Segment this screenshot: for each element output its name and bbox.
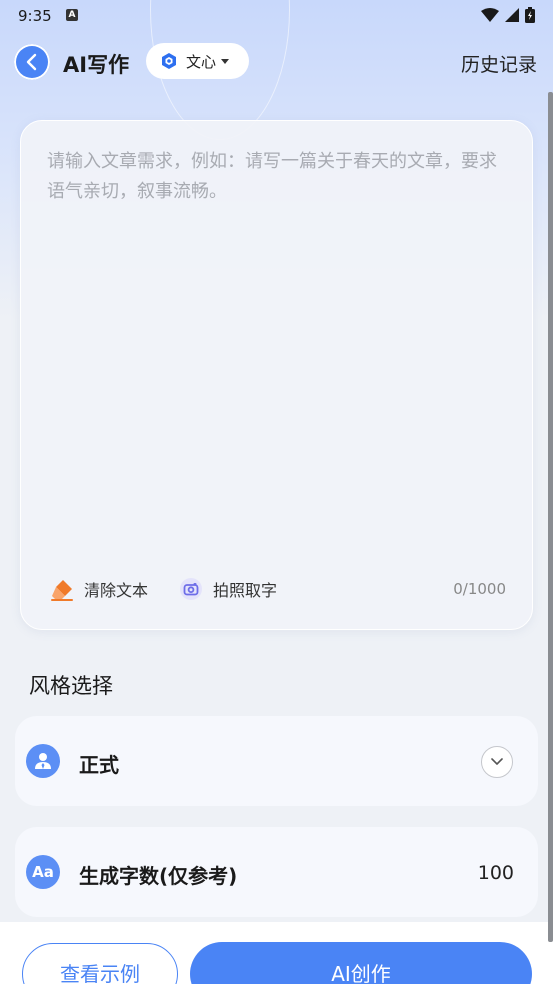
chevron-left-icon bbox=[26, 53, 37, 71]
status-time: 9:35 bbox=[18, 7, 52, 25]
history-link[interactable]: 历史记录 bbox=[461, 50, 537, 77]
style-section-title: 风格选择 bbox=[29, 674, 113, 698]
notification-icon: A bbox=[66, 9, 78, 21]
eraser-icon bbox=[51, 580, 73, 601]
photo-ocr-button[interactable]: 拍照取字 bbox=[179, 577, 277, 601]
wenxin-logo-icon bbox=[162, 53, 176, 69]
clear-text-label: 清除文本 bbox=[84, 581, 149, 600]
chevron-down-icon bbox=[491, 758, 503, 765]
requirement-input-card: 清除文本 拍照取字 0/1000 bbox=[20, 120, 533, 630]
clear-text-button[interactable]: 清除文本 bbox=[50, 577, 148, 601]
camera-icon bbox=[180, 578, 202, 600]
app-header: AI写作 文心 历史记录 bbox=[0, 40, 553, 84]
caret-down-icon bbox=[221, 58, 230, 64]
font-size-icon: Aa bbox=[26, 855, 60, 889]
page-title: AI写作 bbox=[63, 53, 130, 77]
style-value-label: 正式 bbox=[79, 753, 119, 777]
bottom-action-bar: 查看示例 AI创作 bbox=[0, 922, 553, 984]
ai-create-button[interactable]: AI创作 bbox=[190, 942, 532, 984]
word-count-value[interactable]: 100 bbox=[478, 862, 514, 884]
scrollbar[interactable] bbox=[548, 92, 553, 942]
wifi-icon bbox=[481, 7, 499, 22]
style-selector-row[interactable]: 正式 bbox=[15, 716, 538, 806]
style-dropdown-toggle[interactable] bbox=[481, 746, 513, 778]
status-bar: 9:35 A bbox=[0, 0, 553, 32]
status-icons bbox=[481, 7, 535, 23]
battery-icon bbox=[525, 7, 535, 23]
requirement-textarea[interactable] bbox=[47, 147, 507, 547]
person-glyph bbox=[35, 753, 51, 769]
photo-ocr-label: 拍照取字 bbox=[213, 581, 278, 600]
signal-icon bbox=[505, 8, 519, 22]
person-icon bbox=[26, 744, 60, 778]
back-button[interactable] bbox=[14, 44, 50, 80]
model-selector[interactable]: 文心 bbox=[146, 43, 249, 79]
word-count-row[interactable]: Aa 生成字数(仅参考) 100 bbox=[15, 827, 538, 917]
char-counter: 0/1000 bbox=[453, 580, 506, 598]
model-label: 文心 bbox=[186, 52, 217, 71]
word-count-label: 生成字数(仅参考) bbox=[79, 864, 238, 888]
view-example-button[interactable]: 查看示例 bbox=[22, 943, 178, 984]
